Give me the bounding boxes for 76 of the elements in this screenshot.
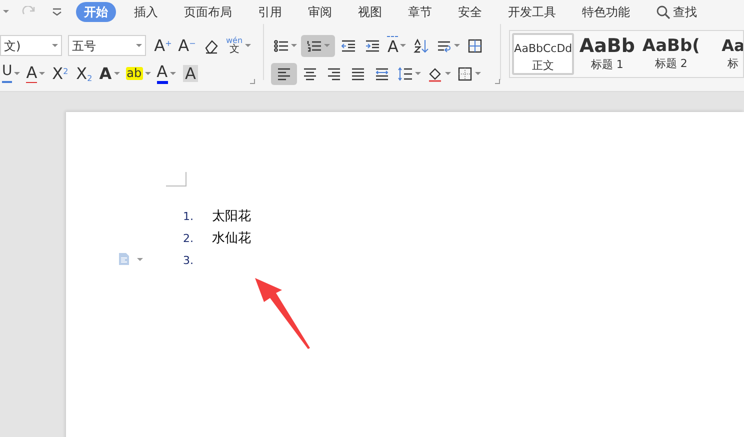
strikethrough-button[interactable]: A (24, 62, 48, 84)
ribbon-tab[interactable]: 审阅 (300, 2, 340, 22)
caret-icon[interactable] (445, 72, 452, 76)
shrink-font-button[interactable]: A$^{−}$ (176, 34, 198, 56)
font-color-button[interactable]: A (154, 62, 178, 84)
ribbon-tab[interactable]: 章节 (400, 2, 440, 22)
caret-icon[interactable] (136, 44, 142, 48)
caret-icon[interactable] (170, 72, 176, 76)
style-preset[interactable]: AaBbCcDd 正文 (512, 33, 574, 75)
decrease-indent-icon (340, 38, 356, 54)
sort-icon (413, 38, 430, 54)
subscript-button[interactable]: X$_{2}$ (73, 62, 96, 84)
caret-icon[interactable] (475, 72, 482, 76)
ribbon-tab[interactable]: 插入 (126, 2, 166, 22)
caret-icon[interactable] (144, 72, 151, 76)
search-icon (656, 5, 670, 19)
distributed-align-icon (374, 66, 390, 82)
caret-icon[interactable] (244, 44, 251, 48)
style-name: 标题 1 (590, 56, 624, 73)
style-name: 标题 2 (654, 56, 688, 72)
text-direction-button[interactable]: A (385, 34, 408, 56)
align-right-icon (326, 66, 342, 82)
margin-corner-mark (166, 172, 187, 187)
caret-icon[interactable] (39, 72, 46, 76)
list-item-text: 太阳花 (212, 208, 251, 226)
numbered-list-button[interactable] (301, 34, 336, 56)
ribbon-tab[interactable]: 引用 (250, 2, 290, 22)
style-preview-text: AaBbCcDd (514, 41, 572, 57)
caret-icon[interactable] (324, 44, 330, 48)
highlight-button[interactable]: ab (124, 62, 153, 84)
line-spacing-icon (397, 66, 414, 82)
ribbon-tab[interactable]: 特色功能 (574, 2, 638, 22)
dropdown-field[interactable]: 五号 (68, 35, 146, 56)
paragraph-options-icon[interactable] (118, 252, 144, 266)
grow-font-button[interactable]: A$^{+}$ (152, 34, 174, 56)
style-preset[interactable]: AaBb( 标题 2 (640, 33, 702, 75)
style-preview-text: AaBb (579, 36, 635, 57)
caret-icon[interactable] (454, 44, 460, 48)
superscript-button[interactable]: X$^{2}$ (49, 62, 72, 84)
dropdown-field[interactable]: 文) (0, 35, 62, 56)
paint-bucket-icon (427, 66, 444, 82)
ribbon-tab[interactable]: 页面布局 (176, 2, 240, 22)
caret-icon[interactable] (52, 44, 58, 48)
phonetic-guide-button[interactable]: wén 文 (224, 34, 253, 56)
eraser-icon (203, 38, 219, 54)
ribbon-tab[interactable]: 开发工具 (500, 2, 564, 22)
dialog-launcher-icon (250, 79, 255, 84)
ribbon-tab[interactable]: 视图 (350, 2, 390, 22)
style-name: 标 (728, 56, 739, 72)
field-value: 文) (4, 38, 21, 54)
caret-icon[interactable] (400, 44, 406, 48)
table-grid-icon (467, 38, 484, 54)
dialog-launcher-icon (495, 79, 500, 84)
align-left-icon (276, 66, 292, 82)
text-effect-button[interactable]: A (97, 62, 122, 84)
caret-icon[interactable] (291, 44, 298, 48)
caret-icon[interactable] (114, 72, 120, 76)
field-value: 五号 (72, 38, 96, 54)
style-name: 正文 (532, 58, 554, 73)
underline-button[interactable]: U (0, 62, 22, 84)
bullet-list-icon (273, 38, 290, 54)
ribbon-tab[interactable]: 安全 (450, 2, 490, 22)
list-number: 1. (183, 209, 194, 225)
style-preview-text: AaBb( (642, 36, 700, 56)
list-item-text: 水仙花 (212, 230, 251, 248)
border-icon (457, 66, 474, 82)
justify-icon (350, 66, 366, 82)
align-left-button[interactable] (271, 62, 298, 84)
list-number: 3. (183, 253, 194, 269)
caret-icon[interactable] (14, 72, 20, 76)
search-button[interactable]: 查找 (648, 2, 705, 22)
style-preset[interactable]: AaBb 标题 1 (574, 33, 640, 75)
increase-indent-icon (364, 38, 380, 54)
caret-icon[interactable] (415, 72, 422, 76)
list-number: 2. (183, 231, 194, 247)
align-center-icon (302, 66, 318, 82)
